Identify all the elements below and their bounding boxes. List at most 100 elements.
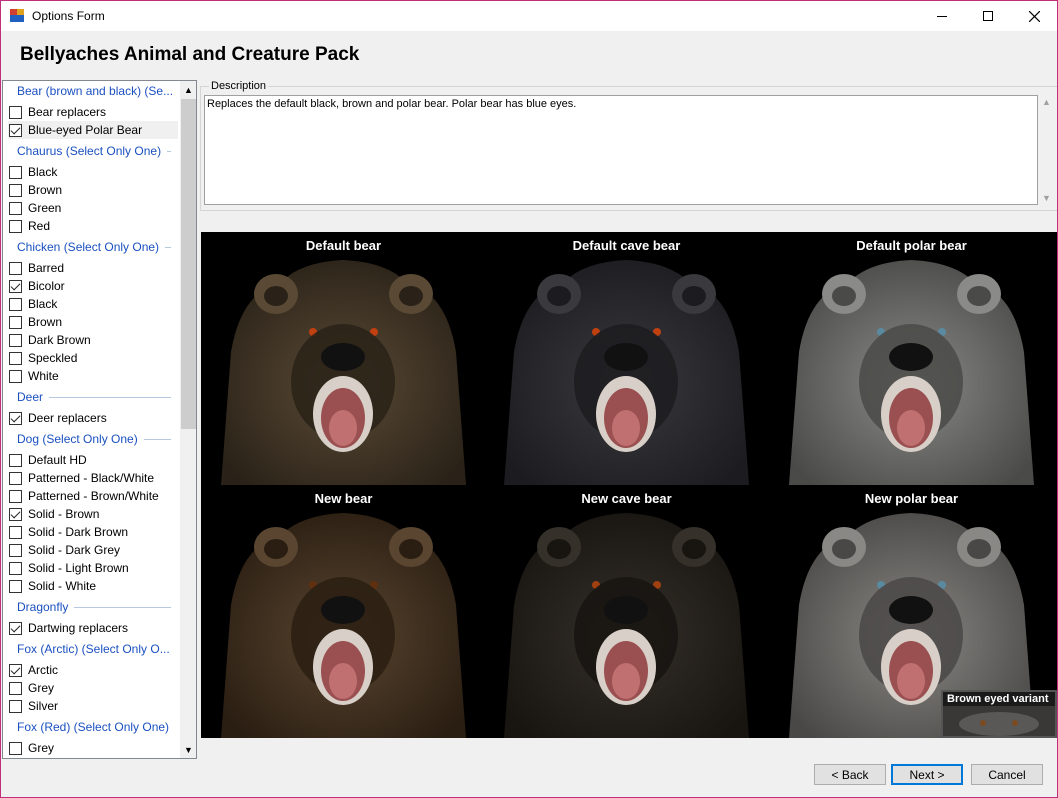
option-checkbox[interactable]	[9, 681, 22, 695]
option-label: Solid - Dark Grey	[28, 543, 121, 557]
group-header: Dragonfly	[17, 599, 171, 615]
description-scrollbar[interactable]: ▲ ▼	[1038, 95, 1055, 205]
option-checkbox[interactable]	[9, 219, 22, 233]
page-title: Bellyaches Animal and Creature Pack	[20, 44, 360, 65]
bear-face-image	[769, 232, 1054, 485]
option-item[interactable]: Green	[8, 199, 178, 217]
scrollbar-thumb[interactable]	[181, 99, 196, 429]
option-checkbox[interactable]	[9, 411, 22, 425]
option-label: Green	[28, 201, 62, 215]
option-item[interactable]: Patterned - Black/White	[8, 469, 178, 487]
option-checkbox[interactable]	[9, 699, 22, 713]
option-label: Barred	[28, 261, 65, 275]
option-checkbox[interactable]	[9, 123, 22, 137]
cancel-button[interactable]: Cancel	[971, 764, 1043, 785]
option-item[interactable]: Red	[8, 217, 178, 235]
option-item[interactable]: Deer replacers	[8, 409, 178, 427]
minimize-icon	[937, 15, 947, 17]
option-checkbox[interactable]	[9, 471, 22, 485]
option-item[interactable]: Solid - White	[8, 577, 178, 595]
option-item[interactable]: Black	[8, 295, 178, 313]
maximize-button[interactable]	[965, 1, 1011, 31]
option-checkbox[interactable]	[9, 621, 22, 635]
bear-preview-tile: New bear	[201, 485, 486, 738]
group-title: Bear (brown and black) (Se...	[17, 84, 174, 98]
group-header: Chicken (Select Only One)	[17, 239, 171, 255]
group-divider	[167, 150, 171, 152]
option-item[interactable]: Silver	[8, 697, 178, 715]
option-checkbox[interactable]	[9, 105, 22, 119]
option-checkbox[interactable]	[9, 315, 22, 329]
option-checkbox[interactable]	[9, 579, 22, 593]
option-item[interactable]: Bicolor	[8, 277, 178, 295]
option-item[interactable]: Dark Brown	[8, 331, 178, 349]
bear-face-image	[484, 485, 769, 738]
minimize-button[interactable]	[919, 1, 965, 31]
option-label: Brown	[28, 315, 63, 329]
back-button[interactable]: < Back	[814, 764, 886, 785]
option-checkbox[interactable]	[9, 507, 22, 521]
option-label: Deer replacers	[28, 411, 107, 425]
option-checkbox[interactable]	[9, 297, 22, 311]
option-item[interactable]: Bear replacers	[8, 103, 178, 121]
option-item[interactable]: Default HD	[8, 451, 178, 469]
option-checkbox[interactable]	[9, 279, 22, 293]
preview-image: New polar bear New cave bear New bear De…	[201, 232, 1057, 738]
next-button[interactable]: Next >	[891, 764, 963, 785]
option-label: Solid - Brown	[28, 507, 100, 521]
option-item[interactable]: Dartwing replacers	[8, 619, 178, 637]
option-item[interactable]: Solid - Dark Grey	[8, 541, 178, 559]
option-item[interactable]: Brown	[8, 181, 178, 199]
option-checkbox[interactable]	[9, 351, 22, 365]
option-item[interactable]: Arctic	[8, 661, 178, 679]
option-label: White	[28, 369, 59, 383]
description-textbox[interactable]: Replaces the default black, brown and po…	[204, 95, 1038, 205]
option-item[interactable]: Speckled	[8, 349, 178, 367]
option-checkbox[interactable]	[9, 489, 22, 503]
option-label: Grey	[28, 741, 55, 755]
option-item[interactable]: Brown	[8, 313, 178, 331]
group-title: Fox (Red) (Select Only One)	[17, 720, 170, 734]
options-scrollbar[interactable]: ▲ ▼	[180, 81, 196, 758]
close-button[interactable]	[1011, 1, 1057, 31]
scroll-down-icon[interactable]: ▼	[180, 741, 196, 758]
option-item[interactable]: Patterned - Brown/White	[8, 487, 178, 505]
option-checkbox[interactable]	[9, 333, 22, 347]
option-label: Dartwing replacers	[28, 621, 129, 635]
option-item[interactable]: Blue-eyed Polar Bear	[8, 121, 178, 139]
option-item[interactable]: Barred	[8, 259, 178, 277]
option-checkbox[interactable]	[9, 183, 22, 197]
option-checkbox[interactable]	[9, 663, 22, 677]
option-item[interactable]: Solid - Brown	[8, 505, 178, 523]
option-label: Speckled	[28, 351, 78, 365]
option-checkbox[interactable]	[9, 453, 22, 467]
option-checkbox[interactable]	[9, 741, 22, 755]
option-checkbox[interactable]	[9, 561, 22, 575]
app-icon	[10, 9, 24, 22]
option-checkbox[interactable]	[9, 369, 22, 383]
desc-scroll-up-icon[interactable]: ▲	[1038, 97, 1055, 107]
scroll-up-icon[interactable]: ▲	[180, 81, 196, 98]
option-checkbox[interactable]	[9, 543, 22, 557]
option-label: Black	[28, 165, 58, 179]
option-item[interactable]: Grey	[8, 679, 178, 697]
option-checkbox[interactable]	[9, 165, 22, 179]
tile-caption: Default polar bear	[856, 238, 967, 253]
group-header: Deer	[17, 389, 171, 405]
options-form-window: Options Form Bellyaches Animal and Creat…	[0, 0, 1058, 798]
option-item[interactable]: Solid - Light Brown	[8, 559, 178, 577]
group-header: Bear (brown and black) (Se...	[17, 83, 174, 99]
option-checkbox[interactable]	[9, 525, 22, 539]
option-label: Bear replacers	[28, 105, 107, 119]
group-header: Dog (Select Only One)	[17, 431, 171, 447]
option-item[interactable]: White	[8, 367, 178, 385]
close-icon	[1028, 10, 1040, 22]
option-item[interactable]: Black	[8, 163, 178, 181]
options-list-panel: Bear (brown and black) (Se... Bear replac…	[2, 80, 197, 759]
option-item[interactable]: Grey	[8, 739, 178, 757]
option-checkbox[interactable]	[9, 201, 22, 215]
desc-scroll-down-icon[interactable]: ▼	[1038, 193, 1055, 203]
option-checkbox[interactable]	[9, 261, 22, 275]
bear-face-image	[201, 232, 486, 485]
option-item[interactable]: Solid - Dark Brown	[8, 523, 178, 541]
